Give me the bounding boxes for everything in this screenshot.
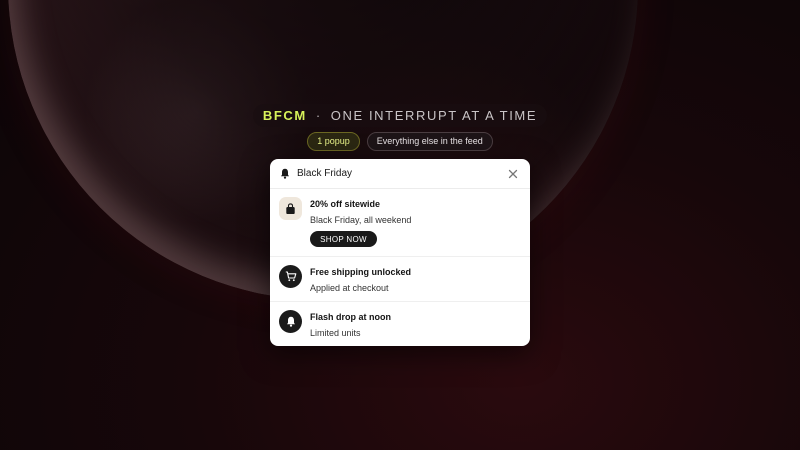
item-icon-tile — [279, 310, 302, 333]
filter-chips: 1 popup Everything else in the feed — [0, 132, 800, 151]
item-subtitle: Black Friday, all weekend — [310, 215, 412, 225]
cart-icon — [285, 271, 296, 282]
bell-icon — [281, 168, 289, 179]
notification-item: Free shipping unlocked Applied at checko… — [270, 257, 530, 302]
close-button[interactable] — [506, 167, 520, 181]
item-title: Flash drop at noon — [310, 312, 391, 322]
filter-chip-popup[interactable]: 1 popup — [307, 132, 360, 151]
headline: BFCM · ONE INTERRUPT AT A TIME — [0, 104, 800, 127]
close-icon — [508, 169, 518, 178]
popup-title: Black Friday — [297, 168, 353, 179]
item-subtitle: Applied at checkout — [310, 283, 389, 293]
filter-chip-feed[interactable]: Everything else in the feed — [366, 132, 493, 151]
headline-brand: BFCM — [262, 108, 307, 123]
shop-now-button[interactable]: SHOP NOW — [310, 231, 377, 247]
item-title: 20% off sitewide — [310, 199, 381, 209]
headline-pill: BFCM · ONE INTERRUPT AT A TIME — [252, 104, 548, 127]
item-title: Free shipping unlocked — [310, 267, 412, 277]
item-body: Free shipping unlocked Applied at checko… — [310, 265, 411, 301]
item-body: 20% off sitewide Black Friday, all weeke… — [310, 197, 411, 256]
headline-tagline: ONE INTERRUPT AT A TIME — [330, 108, 538, 123]
item-icon-tile — [279, 197, 302, 220]
headline-separator: · — [315, 108, 322, 123]
notification-item: Flash drop at noon Limited units — [270, 302, 530, 346]
shopping-bag-icon — [286, 202, 295, 214]
notification-item: 20% off sitewide Black Friday, all weeke… — [270, 189, 530, 257]
popup-header: Black Friday — [270, 159, 530, 189]
bell-icon — [286, 316, 295, 327]
item-body: Flash drop at noon Limited units — [310, 310, 391, 346]
notification-popup: Black Friday 20% off sitewide Black Frid… — [270, 159, 530, 346]
item-icon-tile — [279, 265, 302, 288]
item-subtitle: Limited units — [310, 328, 361, 338]
